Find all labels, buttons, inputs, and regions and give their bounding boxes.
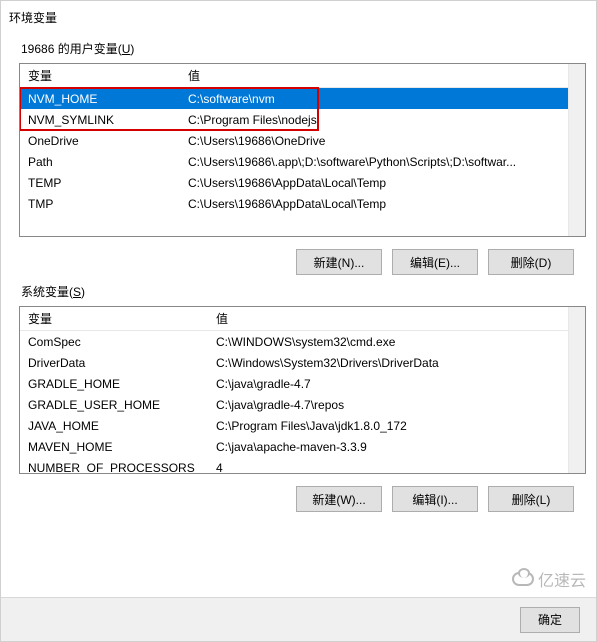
cell-value: C:\Users\19686\.app\;D:\software\Python\…	[184, 155, 585, 169]
table-row[interactable]: ComSpec C:\WINDOWS\system32\cmd.exe	[20, 331, 585, 352]
cell-name: Path	[20, 155, 184, 169]
user-vars-label-prefix: 19686 的用户变量(	[21, 42, 122, 56]
delete-button[interactable]: 删除(L)	[488, 486, 574, 512]
cell-name: GRADLE_HOME	[20, 377, 212, 391]
scrollbar[interactable]	[568, 64, 585, 236]
table-row[interactable]: NUMBER_OF_PROCESSORS 4	[20, 457, 585, 474]
cell-value: C:\java\apache-maven-3.3.9	[212, 440, 585, 454]
cell-name: TMP	[20, 197, 184, 211]
user-vars-rows: NVM_HOME C:\software\nvm NVM_SYMLINK C:\…	[20, 88, 585, 214]
table-row[interactable]: JAVA_HOME C:\Program Files\Java\jdk1.8.0…	[20, 415, 585, 436]
cell-name: JAVA_HOME	[20, 419, 212, 433]
table-row[interactable]: MAVEN_HOME C:\java\apache-maven-3.3.9	[20, 436, 585, 457]
cell-value: C:\Users\19686\AppData\Local\Temp	[184, 197, 585, 211]
env-vars-dialog: 环境变量 19686 的用户变量(U) 变量 值 NVM_HOME C:\sof…	[0, 0, 597, 642]
table-row[interactable]: GRADLE_USER_HOME C:\java\gradle-4.7\repo…	[20, 394, 585, 415]
user-vars-header: 变量 值	[20, 64, 585, 88]
table-row[interactable]: TEMP C:\Users\19686\AppData\Local\Temp	[20, 172, 585, 193]
cell-name: DriverData	[20, 356, 212, 370]
table-row[interactable]: DriverData C:\Windows\System32\Drivers\D…	[20, 352, 585, 373]
new-button[interactable]: 新建(N)...	[296, 249, 382, 275]
col-header-name[interactable]: 变量	[20, 310, 212, 327]
ok-button[interactable]: 确定	[520, 607, 580, 633]
cell-value: C:\WINDOWS\system32\cmd.exe	[212, 335, 585, 349]
sys-vars-hotkey: S	[73, 285, 81, 299]
sys-vars-rows: ComSpec C:\WINDOWS\system32\cmd.exe Driv…	[20, 331, 585, 474]
cell-name: TEMP	[20, 176, 184, 190]
table-row[interactable]: TMP C:\Users\19686\AppData\Local\Temp	[20, 193, 585, 214]
table-row[interactable]: NVM_SYMLINK C:\Program Files\nodejs	[20, 109, 585, 130]
sys-vars-label: 系统变量(S)	[21, 283, 586, 300]
user-vars-section: 19686 的用户变量(U) 变量 值 NVM_HOME C:\software…	[19, 40, 586, 275]
sys-vars-label-prefix: 系统变量(	[21, 285, 73, 299]
edit-button[interactable]: 编辑(E)...	[392, 249, 478, 275]
sys-vars-listbox[interactable]: 变量 值 ComSpec C:\WINDOWS\system32\cmd.exe…	[19, 306, 586, 474]
delete-button[interactable]: 删除(D)	[488, 249, 574, 275]
cell-name: GRADLE_USER_HOME	[20, 398, 212, 412]
col-header-value[interactable]: 值	[184, 67, 585, 84]
cell-name: OneDrive	[20, 134, 184, 148]
user-vars-label-suffix: )	[130, 42, 134, 56]
user-vars-buttons: 新建(N)... 编辑(E)... 删除(D)	[19, 249, 574, 275]
cell-name: NVM_HOME	[20, 92, 184, 106]
dialog-bottom-bar: 确定	[1, 597, 596, 641]
table-row[interactable]: NVM_HOME C:\software\nvm	[20, 88, 585, 109]
sys-vars-buttons: 新建(W)... 编辑(I)... 删除(L)	[19, 486, 574, 512]
scrollbar[interactable]	[568, 307, 585, 473]
sys-vars-section: 系统变量(S) 变量 值 ComSpec C:\WINDOWS\system32…	[19, 283, 586, 512]
col-header-value[interactable]: 值	[212, 310, 585, 327]
sys-vars-header: 变量 值	[20, 307, 585, 331]
sys-vars-label-suffix: )	[81, 285, 85, 299]
cell-value: C:\software\nvm	[184, 92, 585, 106]
cell-name: NVM_SYMLINK	[20, 113, 184, 127]
cell-value: 4	[212, 461, 585, 475]
cell-value: C:\java\gradle-4.7	[212, 377, 585, 391]
dialog-title: 环境变量	[1, 9, 596, 32]
watermark: 亿速云	[512, 567, 586, 591]
cell-value: C:\Users\19686\OneDrive	[184, 134, 585, 148]
cell-name: ComSpec	[20, 335, 212, 349]
edit-button[interactable]: 编辑(I)...	[392, 486, 478, 512]
cell-value: C:\java\gradle-4.7\repos	[212, 398, 585, 412]
table-row[interactable]: OneDrive C:\Users\19686\OneDrive	[20, 130, 585, 151]
table-row[interactable]: GRADLE_HOME C:\java\gradle-4.7	[20, 373, 585, 394]
user-vars-listbox[interactable]: 变量 值 NVM_HOME C:\software\nvm NVM_SYMLIN…	[19, 63, 586, 237]
cell-name: MAVEN_HOME	[20, 440, 212, 454]
cell-value: C:\Program Files\Java\jdk1.8.0_172	[212, 419, 585, 433]
cell-value: C:\Users\19686\AppData\Local\Temp	[184, 176, 585, 190]
cloud-icon	[512, 572, 534, 586]
user-vars-label: 19686 的用户变量(U)	[21, 40, 586, 57]
cell-name: NUMBER_OF_PROCESSORS	[20, 461, 212, 475]
new-button[interactable]: 新建(W)...	[296, 486, 382, 512]
cell-value: C:\Program Files\nodejs	[184, 113, 585, 127]
col-header-name[interactable]: 变量	[20, 67, 184, 84]
watermark-text: 亿速云	[538, 567, 586, 591]
cell-value: C:\Windows\System32\Drivers\DriverData	[212, 356, 585, 370]
table-row[interactable]: Path C:\Users\19686\.app\;D:\software\Py…	[20, 151, 585, 172]
